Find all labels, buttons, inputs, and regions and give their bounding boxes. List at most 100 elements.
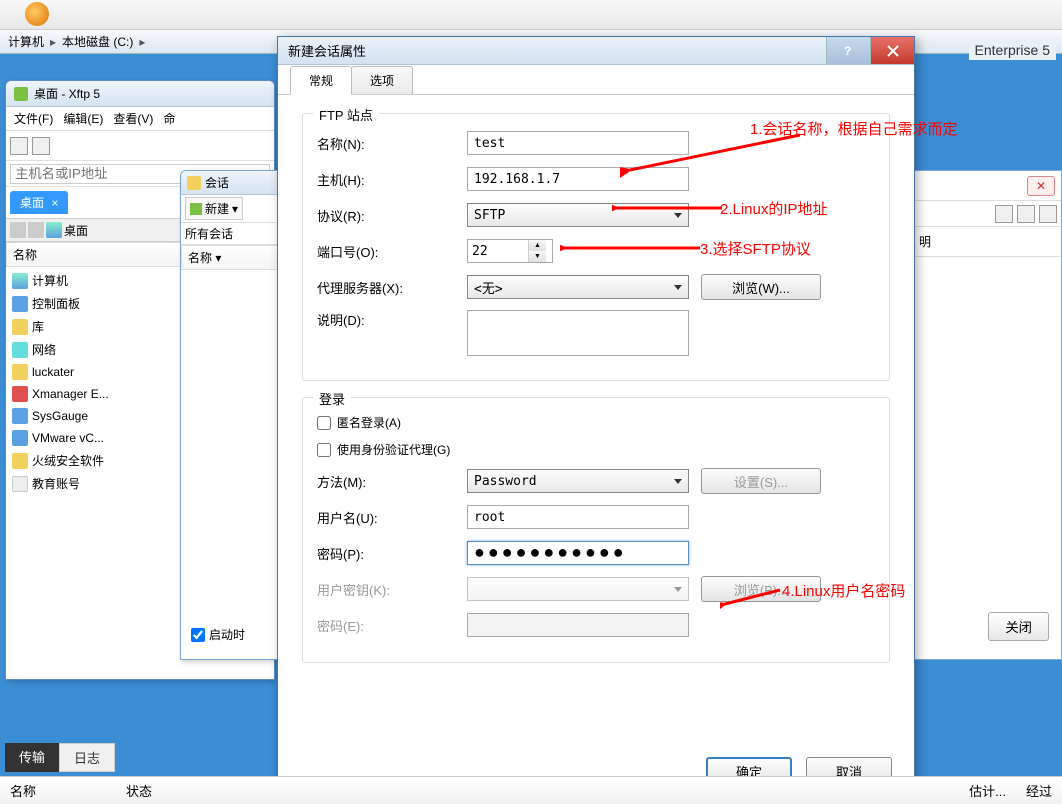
column-header-name[interactable]: 名称 ▾ — [181, 245, 289, 270]
open-icon[interactable] — [32, 137, 50, 155]
spin-up-icon[interactable]: ▲ — [529, 240, 546, 251]
library-icon — [12, 319, 28, 335]
name-input[interactable] — [467, 131, 689, 155]
label-host: 主机(H): — [317, 170, 467, 189]
chevron-down-icon: ▾ — [232, 202, 238, 216]
label-method: 方法(M): — [317, 472, 467, 491]
tab-desktop[interactable]: 桌面 × — [10, 191, 68, 214]
label-anon: 匿名登录(A) — [337, 414, 401, 431]
icon[interactable] — [1017, 205, 1035, 223]
chevron-down-icon — [674, 285, 682, 290]
label-proxy: 代理服务器(X): — [317, 278, 467, 297]
protocol-combo[interactable]: SFTP — [467, 203, 689, 227]
description-textarea[interactable] — [467, 310, 689, 356]
tab-general[interactable]: 常规 — [290, 66, 352, 95]
agent-checkbox[interactable] — [317, 443, 331, 457]
control-panel-icon — [12, 296, 28, 312]
port-input[interactable] — [468, 240, 528, 262]
menu-bar[interactable]: 文件(F) 编辑(E) 查看(V) 命 — [6, 107, 274, 131]
chevron-down-icon — [674, 213, 682, 218]
startup-label: 启动时 — [209, 626, 245, 643]
back-icon[interactable] — [10, 222, 26, 238]
label-password: 密码(P): — [317, 544, 467, 563]
col-elapsed: 经过 — [1026, 781, 1052, 800]
close-x-button[interactable]: ✕ — [1027, 176, 1055, 196]
close-icon[interactable]: × — [51, 196, 58, 210]
icon[interactable] — [995, 205, 1013, 223]
tab-log[interactable]: 日志 — [59, 743, 115, 772]
spin-down-icon[interactable]: ▼ — [529, 251, 546, 262]
startup-checkbox[interactable] — [191, 628, 205, 642]
group-title-ftp: FTP 站点 — [313, 105, 379, 124]
anon-checkbox[interactable] — [317, 416, 331, 430]
host-input[interactable] — [467, 167, 689, 191]
col-name: 名称 — [10, 781, 36, 800]
crumb-disk[interactable]: 本地磁盘 (C:) — [60, 33, 135, 50]
browse-key-button: 浏览(B)... — [701, 576, 821, 602]
chevron-right-icon: ▸ — [50, 35, 56, 49]
help-button[interactable]: ? — [826, 37, 870, 64]
username-input[interactable] — [467, 505, 689, 529]
session-title-text: 会话 — [205, 174, 229, 191]
group-title-login: 登录 — [313, 389, 351, 408]
group-ftp-site: FTP 站点 名称(N): 主机(H): 协议(R): SFTP 设置默认 端口… — [302, 113, 890, 381]
forward-icon[interactable] — [28, 222, 44, 238]
properties-dialog: 新建会话属性 ? 常规 选项 FTP 站点 名称(N): 主机(H): — [277, 36, 915, 800]
proxy-combo[interactable]: <无> — [467, 275, 689, 299]
network-icon — [12, 342, 28, 358]
folder-icon — [12, 364, 28, 380]
group-login: 登录 匿名登录(A) 使用身份验证代理(G) 方法(M): Password 设… — [302, 397, 890, 663]
taskbar — [0, 0, 1062, 30]
label-user: 用户名(U): — [317, 508, 467, 527]
toolbar — [6, 131, 274, 161]
crumb-computer[interactable]: 计算机 — [6, 33, 46, 50]
column-header[interactable]: 明 — [913, 227, 1061, 257]
tab-options[interactable]: 选项 — [351, 66, 413, 94]
method-combo[interactable]: Password — [467, 469, 689, 493]
app-icon — [12, 430, 28, 446]
session-titlebar[interactable]: 会话 — [181, 171, 289, 195]
window-title: 桌面 - Xftp 5 — [34, 85, 100, 102]
passphrase-input — [467, 613, 689, 637]
label-protocol: 协议(R): — [317, 206, 467, 225]
session-icon — [187, 176, 201, 190]
menu-cmd[interactable]: 命 — [159, 108, 179, 129]
startup-checkbox-row: 启动时 — [191, 626, 245, 643]
computer-icon — [12, 273, 28, 289]
label-name: 名称(N): — [317, 134, 467, 153]
close-button[interactable]: 关闭 — [988, 612, 1049, 641]
app-icon — [12, 453, 28, 469]
dialog-titlebar[interactable]: 新建会话属性 ? — [278, 37, 914, 65]
label-port: 端口号(O): — [317, 242, 467, 261]
right-panel: ✕ 明 关闭 — [912, 170, 1062, 660]
computer-icon — [46, 222, 62, 238]
new-icon — [190, 203, 202, 215]
browse-button[interactable]: 浏览(W)... — [701, 274, 821, 300]
label-agent: 使用身份验证代理(G) — [337, 441, 450, 458]
label-passphrase: 密码(E): — [317, 616, 467, 635]
menu-file[interactable]: 文件(F) — [10, 108, 57, 129]
password-input[interactable]: ●●●●●●●●●●● — [467, 541, 689, 565]
close-button[interactable] — [870, 37, 914, 64]
menu-edit[interactable]: 编辑(E) — [59, 108, 107, 129]
new-session-button[interactable]: 新建 ▾ — [185, 197, 243, 220]
port-spinner[interactable]: ▲ ▼ — [467, 239, 553, 263]
help-icon: ? — [841, 43, 857, 59]
session-tab-all[interactable]: 所有会话 — [181, 223, 289, 245]
close-icon — [885, 43, 901, 59]
session-dialog: 会话 新建 ▾ 所有会话 名称 ▾ 启动时 — [180, 170, 290, 660]
file-icon — [12, 476, 28, 492]
tab-transfer[interactable]: 传输 — [5, 743, 59, 772]
icon[interactable] — [1039, 205, 1057, 223]
dialog-tabs: 常规 选项 — [278, 65, 914, 95]
chevron-right-icon: ▸ — [139, 35, 145, 49]
bottom-tabs: 传输 日志 — [5, 743, 115, 772]
window-titlebar[interactable]: 桌面 - Xftp 5 — [6, 81, 274, 107]
menu-view[interactable]: 查看(V) — [109, 108, 157, 129]
status-bar: 名称 状态 估计... 经过 — [0, 776, 1062, 804]
session-toolbar: 新建 ▾ — [181, 195, 289, 223]
col-est: 估计... — [969, 781, 1006, 800]
app-icon — [25, 2, 49, 26]
new-tab-icon[interactable] — [10, 137, 28, 155]
app-icon — [12, 386, 28, 402]
